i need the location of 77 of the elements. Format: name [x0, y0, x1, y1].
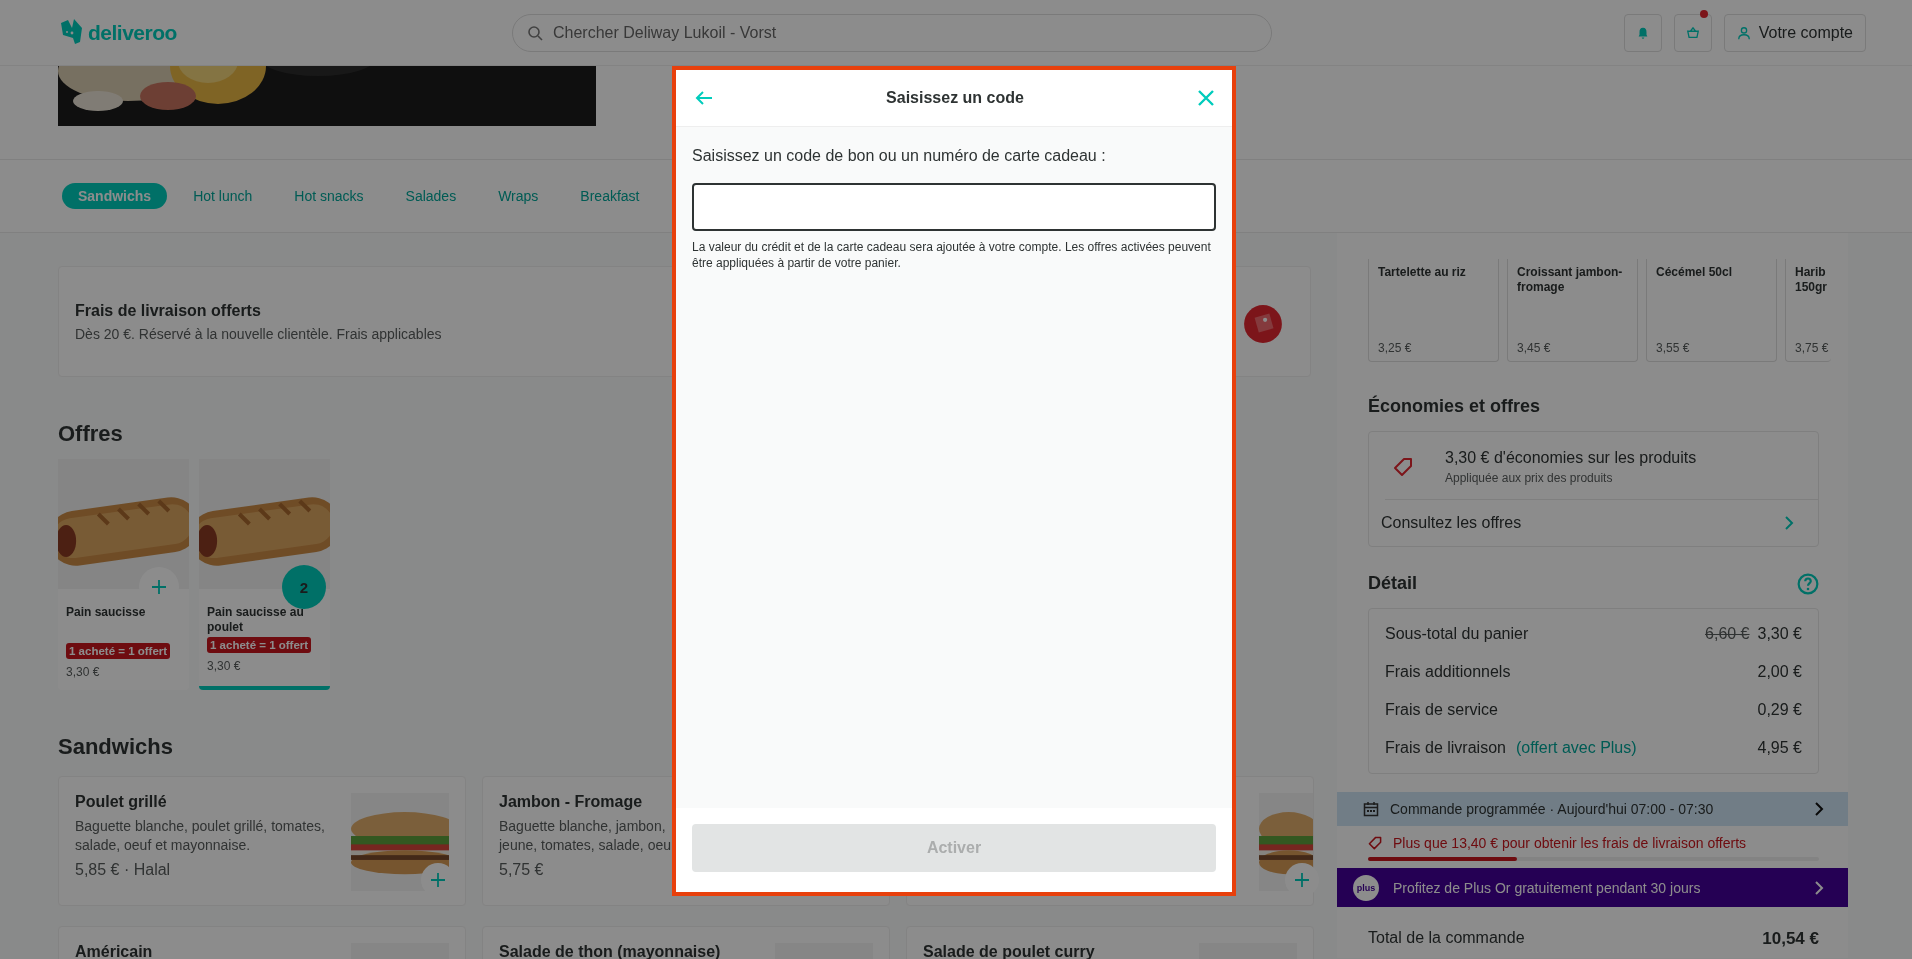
discount-tag-icon: [1242, 303, 1284, 345]
product-card[interactable]: Harib 150gr 3,75 €: [1785, 259, 1831, 362]
product-price: 3,45 €: [1517, 341, 1552, 355]
price-label: Sous-total du panier: [1385, 625, 1529, 643]
quantity-badge: 2: [282, 565, 326, 609]
menu-item-card[interactable]: Poulet grillé Baguette blanche, poulet grillé, tomates, salade, oeuf et mayonnaise. 5,85 € · Halal: [58, 776, 466, 906]
price-value: 3,30 €: [1757, 625, 1802, 643]
product-name: Cécémel 50cl: [1656, 265, 1734, 280]
help-text: La valeur du crédit et de la carte cadeau sera ajoutée à votre compte. Les offres activées peuvent être appliquées à partir de votre panier.: [692, 239, 1212, 271]
kangaroo-logo-icon: [58, 18, 82, 47]
price-label: Frais de service: [1385, 701, 1498, 719]
price-value: 0,29 €: [1757, 701, 1802, 719]
menu-item-name: Poulet grillé: [75, 793, 168, 811]
delivery-threshold-text: Plus que 13,40 € pour obtenir les frais de livraison offerts: [1393, 835, 1747, 851]
promo-text: Dès 20 €. Réservé à la nouvelle clientèle. Frais applicables: [75, 325, 443, 342]
product-name: Croissant jambon-fromage: [1517, 265, 1624, 295]
total-value: 10,54 €: [1762, 929, 1819, 949]
calendar-icon: [1363, 801, 1379, 817]
offer-badge: 1 acheté = 1 offert: [66, 643, 171, 659]
menu-item-name: Américain: [75, 943, 153, 959]
product-price: 3,75 €: [1795, 341, 1830, 355]
product-card[interactable]: Tartelette au riz 3,25 €: [1368, 259, 1499, 362]
offer-price: 3,30 €: [207, 659, 241, 673]
promo-title: Frais de livraison offerts: [75, 301, 262, 320]
product-name: Harib 150gr: [1795, 265, 1829, 295]
basket-icon: [1685, 25, 1700, 40]
plus-logo: plus: [1353, 874, 1379, 901]
tag-icon: [1393, 457, 1413, 477]
section-heading: Offres: [58, 421, 124, 447]
plus-icon: [151, 579, 167, 595]
user-icon: [1736, 25, 1751, 40]
menu-item-description: Baguette blanche, jambon, jeune, tomates, salade, oeu: [499, 817, 671, 855]
offer-name: Pain saucisse: [66, 605, 146, 621]
field-label: Saisissez un code de bon ou un numéro de carte cadeau :: [692, 147, 1107, 165]
scheduled-order-bar[interactable]: Commande programmée · Aujourd'hui 07:00 - 07:30: [1337, 792, 1848, 826]
product-name: Tartelette au riz: [1378, 265, 1467, 280]
plus-note: (offert avec Plus): [1515, 739, 1637, 757]
tag-icon: [1368, 836, 1382, 850]
menu-item-name: Jambon - Fromage: [499, 793, 644, 811]
menu-item-price: 5,75 €: [499, 861, 545, 879]
savings-amount: 3,30 € d'économies sur les produits: [1445, 449, 1697, 467]
menu-item-price: 5,85 € · Halal: [75, 861, 172, 879]
product-card[interactable]: Croissant jambon-fromage 3,45 €: [1507, 259, 1638, 362]
plus-banner[interactable]: plus Profitez de Plus Or gratuitement pendant 30 jours: [1337, 868, 1848, 907]
old-price: 6,60 €: [1705, 625, 1750, 643]
plus-icon: [1294, 872, 1310, 888]
basket-button[interactable]: [1673, 13, 1712, 52]
search-icon: [527, 24, 543, 41]
offer-price: 3,30 €: [66, 665, 100, 679]
menu-item-description: Baguette blanche, poulet grillé, tomates, salade, oeuf et mayonnaise.: [75, 817, 325, 855]
price-label: Frais de livraison: [1385, 739, 1506, 757]
chevron-icon: [1814, 879, 1824, 896]
total-label: Total de la commande: [1368, 929, 1525, 948]
product-price: 3,55 €: [1656, 341, 1691, 355]
product-price: 3,25 €: [1378, 341, 1413, 355]
offers-link[interactable]: Consultez les offres: [1369, 500, 1818, 546]
product-card[interactable]: Cécémel 50cl 3,55 €: [1646, 259, 1777, 362]
plus-icon: [430, 872, 446, 888]
section-heading: Sandwichs: [58, 734, 174, 760]
code-input-field[interactable]: [692, 183, 1216, 231]
offer-card[interactable]: 2 Pain saucisse au poulet 1 acheté = 1 offert 3,30 €: [199, 459, 330, 690]
help-icon[interactable]: [1797, 572, 1819, 595]
price-value: 4,95 €: [1757, 739, 1802, 757]
search-field[interactable]: Chercher Deliway Lukoil - Vorst: [551, 22, 1257, 43]
section-heading: Économies et offres: [1368, 396, 1542, 417]
notifications-button[interactable]: [1623, 13, 1662, 52]
close-icon[interactable]: [1196, 88, 1216, 108]
savings-note: Appliquée aux prix des produits: [1445, 471, 1614, 485]
section-heading: Détail: [1368, 573, 1418, 594]
account-button[interactable]: Votre compte: [1723, 13, 1866, 52]
price-value: 2,00 €: [1757, 663, 1802, 681]
chevron-icon: [1784, 515, 1794, 531]
price-label: Frais additionnels: [1385, 663, 1511, 681]
dialog-title: Saisissez un code: [886, 89, 1024, 107]
search-bar[interactable]: Chercher Deliway Lukoil - Vorst: [512, 13, 1272, 52]
offer-badge: 1 acheté = 1 offert: [207, 637, 312, 653]
chevron-icon: [1814, 801, 1824, 817]
